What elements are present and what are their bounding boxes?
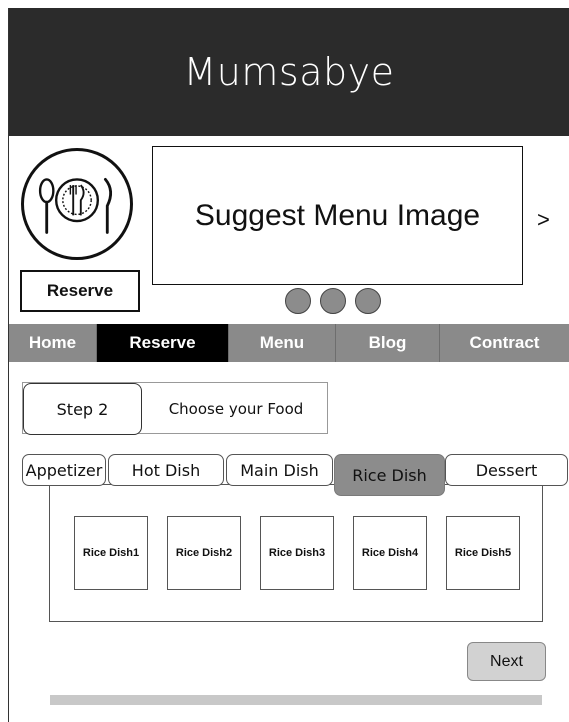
carousel-dot[interactable] [285,288,311,314]
menu-image-banner[interactable]: Suggest Menu Image [152,146,523,285]
dish-item-3[interactable]: Rice Dish3 [260,516,334,590]
reserve-button[interactable]: Reserve [20,270,140,312]
dish-item-1[interactable]: Rice Dish1 [74,516,148,590]
dish-item-5[interactable]: Rice Dish5 [446,516,520,590]
horizontal-scrollbar[interactable] [50,695,542,705]
next-button[interactable]: Next [467,642,546,681]
step-indicator: Step 2 Choose your Food [22,382,328,435]
nav-item-blog[interactable]: Blog [336,324,440,362]
site-header: Mumsabye [9,8,569,136]
nav-item-reserve[interactable]: Reserve [97,324,229,362]
category-tabs: Appetizer Hot Dish Main Dish Rice Dish D… [22,454,569,496]
tab-rice-dish[interactable]: Rice Dish [334,454,445,496]
banner-text: Suggest Menu Image [194,198,481,232]
tab-main-dish[interactable]: Main Dish [226,454,333,486]
site-title: Mumsabye [183,50,395,94]
nav-item-menu[interactable]: Menu [229,324,336,362]
step-number: Step 2 [23,383,142,435]
dish-item-4[interactable]: Rice Dish4 [353,516,427,590]
carousel-dot[interactable] [320,288,346,314]
tab-appetizer[interactable]: Appetizer [22,454,106,486]
main-nav: Home Reserve Menu Blog Contract [9,324,569,362]
tab-hot-dish[interactable]: Hot Dish [108,454,224,486]
plate-cutlery-icon [21,148,133,260]
dish-item-2[interactable]: Rice Dish2 [167,516,241,590]
step-description: Choose your Food [168,400,304,418]
banner-next-arrow[interactable]: > [537,207,550,233]
nav-item-home[interactable]: Home [9,324,97,362]
tab-dessert[interactable]: Dessert [445,454,568,486]
carousel-dot[interactable] [355,288,381,314]
carousel-dots [285,288,381,314]
nav-item-contract[interactable]: Contract [440,324,569,362]
